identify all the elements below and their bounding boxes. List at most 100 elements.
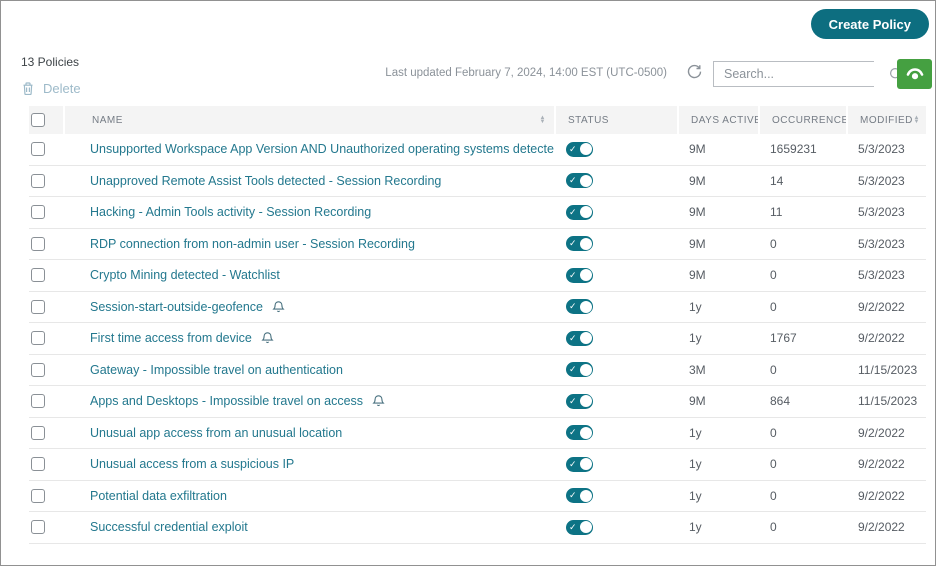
status-toggle[interactable]: ✓ (566, 236, 593, 252)
modified-value: 9/2/2022 (858, 488, 905, 503)
modified-value: 9/2/2022 (858, 457, 905, 472)
days-active-value: 1y (689, 457, 702, 472)
row-checkbox[interactable] (31, 299, 45, 314)
modified-value: 9/2/2022 (858, 331, 905, 346)
row-checkbox[interactable] (31, 236, 45, 251)
policy-name-link[interactable]: Unsupported Workspace App Version AND Un… (90, 142, 554, 156)
status-toggle[interactable]: ✓ (566, 173, 593, 189)
table-row: Unapproved Remote Assist Tools detected … (29, 165, 926, 197)
row-checkbox[interactable] (31, 331, 45, 346)
modified-value: 11/15/2023 (858, 362, 918, 377)
row-checkbox[interactable] (31, 205, 45, 220)
days-active-value: 1y (689, 299, 702, 314)
table-body: Unsupported Workspace App Version AND Un… (29, 134, 926, 544)
days-active-value: 1y (689, 488, 702, 503)
table-row: Crypto Mining detected - Watchlist ✓ 9M … (29, 260, 926, 292)
row-checkbox[interactable] (31, 488, 45, 503)
status-toggle[interactable]: ✓ (566, 393, 593, 409)
create-policy-button[interactable]: Create Policy (810, 9, 929, 39)
days-active-value: 1y (689, 425, 702, 440)
table-row: Session-start-outside-geofence ✓ 1y 0 9/… (29, 291, 926, 323)
table-row: RDP connection from non-admin user - Ses… (29, 228, 926, 260)
occurrences-value: 0 (770, 457, 777, 472)
row-checkbox[interactable] (31, 394, 45, 409)
refresh-button[interactable] (684, 63, 704, 83)
modified-value: 9/2/2022 (858, 299, 905, 314)
modified-value: 9/2/2022 (858, 425, 905, 440)
row-checkbox[interactable] (31, 425, 45, 440)
occurrences-value: 1767 (770, 331, 797, 346)
row-checkbox[interactable] (31, 173, 45, 188)
occurrences-value: 0 (770, 236, 777, 251)
days-active-value: 9M (689, 173, 706, 188)
bell-notification-icon (272, 300, 285, 314)
row-checkbox[interactable] (31, 457, 45, 472)
days-active-value: 1y (689, 331, 702, 346)
eye-visibility-icon (904, 64, 926, 85)
occurrences-value: 0 (770, 362, 777, 377)
policy-name-link[interactable]: Potential data exfiltration (90, 489, 227, 503)
occurrences-value: 0 (770, 520, 777, 535)
header-cell-name[interactable]: NAME ▲ ▼ (63, 106, 554, 134)
policy-name-link[interactable]: Apps and Desktops - Impossible travel on… (90, 394, 363, 408)
status-toggle[interactable]: ✓ (566, 141, 593, 157)
table-row: Successful credential exploit ✓ 1y 0 9/2… (29, 512, 926, 544)
policy-name-link[interactable]: First time access from device (90, 331, 252, 345)
occurrences-value: 0 (770, 268, 777, 283)
table-row: Unusual access from a suspicious IP ✓ 1y… (29, 449, 926, 481)
policies-count: 13 Policies (21, 55, 80, 69)
sort-icon[interactable]: ▲▼ (540, 115, 546, 125)
status-toggle[interactable]: ✓ (566, 425, 593, 441)
table-row: First time access from device ✓ 1y 1767 … (29, 323, 926, 355)
occurrences-value: 0 (770, 488, 777, 503)
policy-name-link[interactable]: Unapproved Remote Assist Tools detected … (90, 174, 441, 188)
row-checkbox[interactable] (31, 268, 45, 283)
modified-value: 5/3/2023 (858, 268, 905, 283)
days-active-value: 9M (689, 268, 706, 283)
search-box (713, 61, 903, 87)
status-toggle[interactable]: ✓ (566, 204, 593, 220)
policy-name-link[interactable]: Gateway - Impossible travel on authentic… (90, 363, 343, 377)
refresh-icon (686, 64, 703, 83)
select-all-checkbox[interactable] (31, 113, 45, 127)
days-active-value: 9M (689, 205, 706, 220)
policy-name-link[interactable]: Unusual access from a suspicious IP (90, 457, 294, 471)
table-row: Unusual app access from an unusual locat… (29, 417, 926, 449)
policy-name-link[interactable]: Session-start-outside-geofence (90, 300, 263, 314)
header-cell-status: STATUS (554, 106, 677, 134)
modified-value: 5/3/2023 (858, 173, 905, 188)
modified-value: 5/3/2023 (858, 142, 905, 157)
sort-icon[interactable]: ▲▼ (914, 115, 920, 125)
search-input[interactable] (714, 62, 889, 86)
status-toggle[interactable]: ✓ (566, 456, 593, 472)
header-cell-occurrences[interactable]: OCCURRENCES ▲▼ (758, 106, 862, 134)
row-checkbox[interactable] (31, 520, 45, 535)
policy-name-link[interactable]: Crypto Mining detected - Watchlist (90, 268, 280, 282)
row-checkbox[interactable] (31, 142, 45, 157)
header-cell-modified[interactable]: MODIFIED ▲ ▼ (846, 106, 926, 134)
status-toggle[interactable]: ✓ (566, 488, 593, 504)
policy-name-link[interactable]: Hacking - Admin Tools activity - Session… (90, 205, 371, 219)
row-checkbox[interactable] (31, 362, 45, 377)
last-updated-text: Last updated February 7, 2024, 14:00 EST… (385, 67, 667, 79)
policy-name-link[interactable]: Successful credential exploit (90, 520, 248, 534)
status-toggle[interactable]: ✓ (566, 362, 593, 378)
header-cell-days-active: DAYS ACTIVE (677, 106, 761, 134)
delete-button[interactable]: Delete (21, 81, 81, 96)
self-service-search-button[interactable] (897, 59, 932, 89)
occurrences-value: 0 (770, 299, 777, 314)
occurrences-value: 0 (770, 425, 777, 440)
bell-notification-icon (261, 331, 274, 345)
status-toggle[interactable]: ✓ (566, 330, 593, 346)
policies-page: Create Policy 13 Policies Delete Last up… (0, 0, 936, 566)
policy-name-link[interactable]: RDP connection from non-admin user - Ses… (90, 237, 415, 251)
bell-notification-icon (372, 394, 385, 408)
table-header-row: NAME ▲▼ STATUS DAYS ACTIVE OCCURRENCES ▲… (29, 106, 926, 134)
status-toggle[interactable]: ✓ (566, 267, 593, 283)
policy-name-link[interactable]: Unusual app access from an unusual locat… (90, 426, 342, 440)
modified-value: 9/2/2022 (858, 520, 905, 535)
status-toggle[interactable]: ✓ (566, 519, 593, 535)
table-row: Apps and Desktops - Impossible travel on… (29, 386, 926, 418)
policies-table: NAME ▲▼ STATUS DAYS ACTIVE OCCURRENCES ▲… (29, 106, 926, 544)
status-toggle[interactable]: ✓ (566, 299, 593, 315)
